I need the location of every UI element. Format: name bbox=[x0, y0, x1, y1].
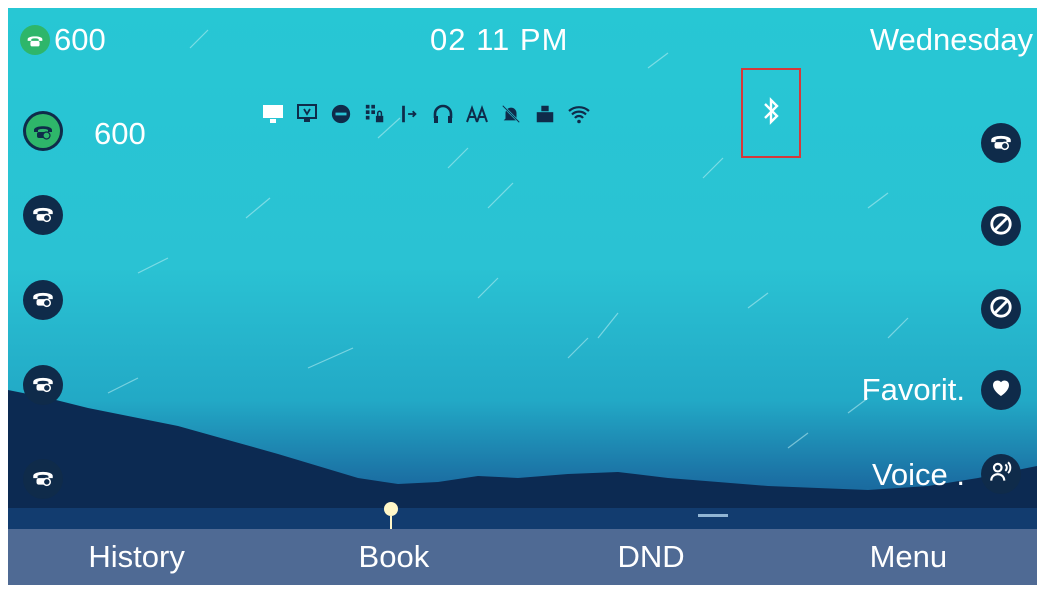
block-icon bbox=[988, 294, 1014, 325]
softkey-bar: History Book DND Menu bbox=[8, 529, 1037, 585]
bluetooth-highlight bbox=[741, 68, 801, 158]
line-key-1[interactable] bbox=[23, 111, 63, 151]
heart-icon bbox=[989, 376, 1013, 405]
status-bar: 600 02 11 PM Wednesday bbox=[8, 8, 1037, 68]
usb-icon bbox=[532, 101, 558, 127]
wifi-icon bbox=[566, 101, 592, 127]
voice-icon bbox=[988, 459, 1014, 490]
line-key-5[interactable] bbox=[23, 459, 63, 499]
call-forward-icon bbox=[396, 101, 422, 127]
right-key-1[interactable] bbox=[981, 123, 1021, 163]
line-key-4[interactable] bbox=[23, 365, 63, 405]
phone-icon bbox=[988, 128, 1014, 159]
headset-icon bbox=[430, 101, 456, 127]
keypad-lock-icon bbox=[362, 101, 388, 127]
account-label: 600 bbox=[54, 22, 106, 57]
registered-phone-icon bbox=[20, 25, 50, 55]
line-key-2[interactable] bbox=[23, 195, 63, 235]
phone-screen: 600 02 11 PM Wednesday 600 Favorit. Voic… bbox=[8, 8, 1037, 585]
line-key-1-label: 600 bbox=[94, 116, 146, 151]
monitor-icon bbox=[260, 101, 286, 127]
clock: 02 11 PM bbox=[430, 22, 569, 57]
softkey-book[interactable]: Book bbox=[265, 529, 522, 585]
right-key-favorites[interactable] bbox=[981, 370, 1021, 410]
idle-phone-icon bbox=[30, 464, 56, 495]
tv-monitor-icon bbox=[294, 101, 320, 127]
weekday: Wednesday bbox=[869, 22, 1033, 57]
favorites-label: Favorit. bbox=[861, 372, 965, 407]
background-wallpaper bbox=[8, 29, 1037, 585]
right-key-3[interactable] bbox=[981, 289, 1021, 329]
idle-phone-icon bbox=[30, 370, 56, 401]
status-icon-row bbox=[260, 101, 592, 127]
right-key-voice[interactable] bbox=[981, 454, 1021, 494]
mute-bell-icon bbox=[498, 101, 524, 127]
registered-phone-icon bbox=[26, 114, 60, 148]
voice-label: Voice . bbox=[871, 457, 965, 492]
block-icon bbox=[988, 211, 1014, 242]
softkey-history[interactable]: History bbox=[8, 529, 265, 585]
right-key-2[interactable] bbox=[981, 206, 1021, 246]
idle-phone-icon bbox=[30, 285, 56, 316]
softkey-menu[interactable]: Menu bbox=[780, 529, 1037, 585]
account-indicator: 600 bbox=[20, 22, 106, 58]
softkey-dnd[interactable]: DND bbox=[523, 529, 780, 585]
minus-circle-icon bbox=[328, 101, 354, 127]
bluetooth-icon bbox=[759, 96, 783, 131]
idle-phone-icon bbox=[30, 200, 56, 231]
font-icon bbox=[464, 101, 490, 127]
line-key-3[interactable] bbox=[23, 280, 63, 320]
